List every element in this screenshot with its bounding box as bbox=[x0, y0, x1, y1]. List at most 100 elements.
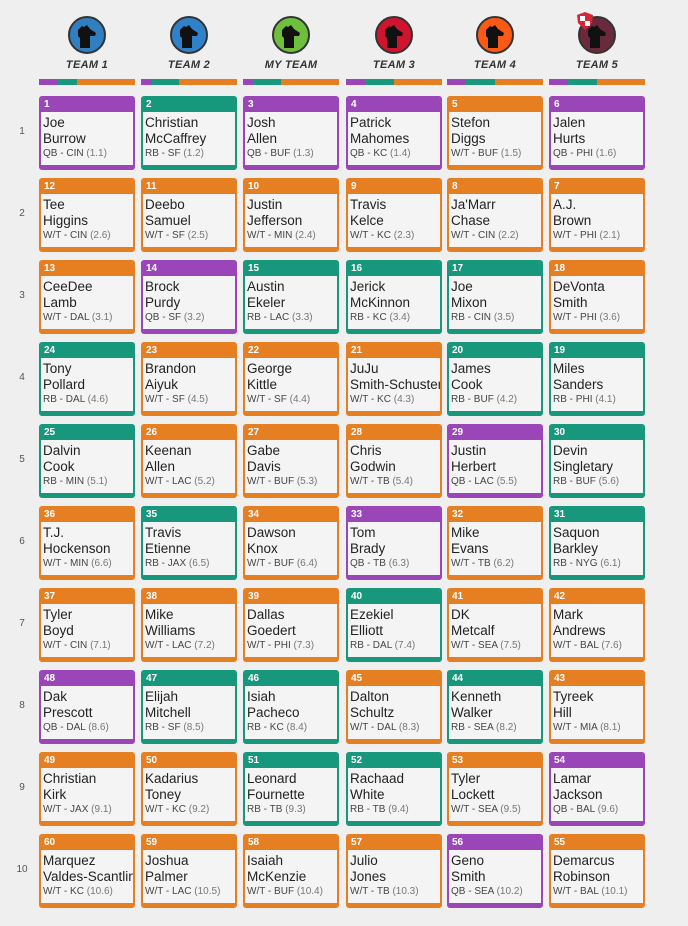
pick-card[interactable]: 53 Tyler Lockett W/T - SEA (9.5) bbox=[447, 752, 543, 826]
pick-card[interactable]: 1 Joe Burrow QB - CIN (1.1) bbox=[39, 96, 135, 170]
team-avatar[interactable] bbox=[68, 16, 106, 54]
pick-card[interactable]: 42 Mark Andrews W/T - BAL (7.6) bbox=[549, 588, 645, 662]
pick-slot: (8.3) bbox=[398, 722, 420, 733]
pick-card[interactable]: 31 Saquon Barkley RB - NYG (6.1) bbox=[549, 506, 645, 580]
pick-card[interactable]: 18 DeVonta Smith W/T - PHI (3.6) bbox=[549, 260, 645, 334]
pick-card[interactable]: 58 Isaiah McKenzie W/T - BUF (10.4) bbox=[243, 834, 339, 908]
pick-card[interactable]: 38 Mike Williams W/T - LAC (7.2) bbox=[141, 588, 237, 662]
pick-number: 56 bbox=[449, 836, 541, 850]
pick-card[interactable]: 2 Christian McCaffrey RB - SF (1.2) bbox=[141, 96, 237, 170]
pick-card[interactable]: 51 Leonard Fournette RB - TB (9.3) bbox=[243, 752, 339, 826]
player-position: W/T bbox=[145, 804, 164, 815]
pick-card[interactable]: 29 Justin Herbert QB - LAC (5.5) bbox=[447, 424, 543, 498]
pick-card[interactable]: 4 Patrick Mahomes QB - KC (1.4) bbox=[346, 96, 442, 170]
team-column-header[interactable]: TEAM 5 bbox=[549, 12, 645, 85]
pick-card[interactable]: 21 JuJu Smith-Schuster W/T - KC (4.3) bbox=[346, 342, 442, 416]
pick-card[interactable]: 39 Dallas Goedert W/T - PHI (7.3) bbox=[243, 588, 339, 662]
pick-card[interactable]: 55 Demarcus Robinson W/T - BAL (10.1) bbox=[549, 834, 645, 908]
team-name: TEAM 5 bbox=[575, 59, 619, 71]
pick-card[interactable]: 34 Dawson Knox W/T - BUF (6.4) bbox=[243, 506, 339, 580]
pick-card[interactable]: 52 Rachaad White RB - TB (9.4) bbox=[346, 752, 442, 826]
pick-card[interactable]: 7 A.J. Brown W/T - PHI (2.1) bbox=[549, 178, 645, 252]
player-team: BUF bbox=[274, 558, 295, 569]
team-column-header[interactable]: TEAM 2 bbox=[141, 16, 237, 85]
team-avatar[interactable] bbox=[272, 16, 310, 54]
pick-card[interactable]: 32 Mike Evans W/T - TB (6.2) bbox=[447, 506, 543, 580]
team-column-header[interactable]: TEAM 3 bbox=[346, 16, 442, 85]
player-last-name: Brown bbox=[553, 213, 592, 228]
pick-card[interactable]: 28 Chris Godwin W/T - TB (5.4) bbox=[346, 424, 442, 498]
pick-card[interactable]: 13 CeeDee Lamb W/T - DAL (3.1) bbox=[39, 260, 135, 334]
pick-card[interactable]: 11 Deebo Samuel W/T - SF (2.5) bbox=[141, 178, 237, 252]
pick-card[interactable]: 19 Miles Sanders RB - PHI (4.1) bbox=[549, 342, 645, 416]
player-team: CIN bbox=[473, 312, 492, 323]
pick-card[interactable]: 14 Brock Purdy QB - SF (3.2) bbox=[141, 260, 237, 334]
pick-card[interactable]: 56 Geno Smith QB - SEA (10.2) bbox=[447, 834, 543, 908]
player-last-name: Purdy bbox=[145, 295, 181, 310]
pick-card[interactable]: 40 Ezekiel Elliott RB - DAL (7.4) bbox=[346, 588, 442, 662]
team-avatar[interactable] bbox=[170, 16, 208, 54]
player-first-name: Tony bbox=[43, 361, 72, 376]
pick-card[interactable]: 9 Travis Kelce W/T - KC (2.3) bbox=[346, 178, 442, 252]
pick-card[interactable]: 8 Ja'Marr Chase W/T - CIN (2.2) bbox=[447, 178, 543, 252]
player-team: KC bbox=[172, 804, 186, 815]
pick-slot: (10.1) bbox=[601, 886, 628, 897]
pick-card[interactable]: 30 Devin Singletary RB - BUF (5.6) bbox=[549, 424, 645, 498]
pick-card[interactable]: 10 Justin Jefferson W/T - MIN (2.4) bbox=[243, 178, 339, 252]
pick-slot: (10.4) bbox=[296, 886, 323, 897]
player-last-name: Smith bbox=[553, 295, 588, 310]
team-avatar[interactable] bbox=[375, 16, 413, 54]
player-first-name: Joshua bbox=[145, 853, 189, 868]
pick-card[interactable]: 47 Elijah Mitchell RB - SF (8.5) bbox=[141, 670, 237, 744]
player-meta: RB - TB (9.4) bbox=[350, 804, 409, 815]
pick-card[interactable]: 35 Travis Etienne RB - JAX (6.5) bbox=[141, 506, 237, 580]
pick-card[interactable]: 6 Jalen Hurts QB - PHI (1.6) bbox=[549, 96, 645, 170]
player-last-name: Brady bbox=[350, 541, 386, 556]
player-position: W/T bbox=[247, 886, 266, 897]
pick-card[interactable]: 33 Tom Brady QB - TB (6.3) bbox=[346, 506, 442, 580]
pick-card[interactable]: 36 T.J. Hockenson W/T - MIN (6.6) bbox=[39, 506, 135, 580]
pick-card[interactable]: 26 Keenan Allen W/T - LAC (5.2) bbox=[141, 424, 237, 498]
pick-card[interactable]: 37 Tyler Boyd W/T - CIN (7.1) bbox=[39, 588, 135, 662]
pick-slot: (7.1) bbox=[90, 640, 111, 651]
pick-card[interactable]: 27 Gabe Davis W/T - BUF (5.3) bbox=[243, 424, 339, 498]
pick-card[interactable]: 54 Lamar Jackson QB - BAL (9.6) bbox=[549, 752, 645, 826]
player-first-name: Lamar bbox=[553, 771, 592, 786]
player-last-name: Evans bbox=[451, 541, 489, 556]
pick-card[interactable]: 44 Kenneth Walker RB - SEA (8.2) bbox=[447, 670, 543, 744]
pick-card[interactable]: 5 Stefon Diggs W/T - BUF (1.5) bbox=[447, 96, 543, 170]
pick-number: 50 bbox=[143, 754, 235, 768]
pick-card[interactable]: 3 Josh Allen QB - BUF (1.3) bbox=[243, 96, 339, 170]
pick-card[interactable]: 23 Brandon Aiyuk W/T - SF (4.5) bbox=[141, 342, 237, 416]
pick-number: 27 bbox=[245, 426, 337, 440]
pick-card[interactable]: 16 Jerick McKinnon RB - KC (3.4) bbox=[346, 260, 442, 334]
player-meta: W/T - SEA (9.5) bbox=[451, 804, 521, 815]
pick-card[interactable]: 45 Dalton Schultz W/T - DAL (8.3) bbox=[346, 670, 442, 744]
pick-card[interactable]: 50 Kadarius Toney W/T - KC (9.2) bbox=[141, 752, 237, 826]
team-column-header[interactable]: TEAM 1 bbox=[39, 16, 135, 85]
player-team: MIN bbox=[70, 558, 89, 569]
player-first-name: Tee bbox=[43, 197, 65, 212]
pick-card[interactable]: 43 Tyreek Hill W/T - MIA (8.1) bbox=[549, 670, 645, 744]
player-team: BUF bbox=[274, 886, 295, 897]
pick-card[interactable]: 24 Tony Pollard RB - DAL (4.6) bbox=[39, 342, 135, 416]
team-column-header[interactable]: MY TEAM bbox=[243, 16, 339, 85]
pick-card[interactable]: 60 Marquez Valdes-Scantling W/T - KC (10.… bbox=[39, 834, 135, 908]
pick-card[interactable]: 49 Christian Kirk W/T - JAX (9.1) bbox=[39, 752, 135, 826]
pick-card[interactable]: 20 James Cook RB - BUF (4.2) bbox=[447, 342, 543, 416]
pick-card[interactable]: 15 Austin Ekeler RB - LAC (3.3) bbox=[243, 260, 339, 334]
pick-card[interactable]: 48 Dak Prescott QB - DAL (8.6) bbox=[39, 670, 135, 744]
pick-card[interactable]: 57 Julio Jones W/T - TB (10.3) bbox=[346, 834, 442, 908]
pick-card[interactable]: 59 Joshua Palmer W/T - LAC (10.5) bbox=[141, 834, 237, 908]
player-meta: QB - LAC (5.5) bbox=[451, 476, 518, 487]
pick-card[interactable]: 41 DK Metcalf W/T - SEA (7.5) bbox=[447, 588, 543, 662]
pick-card[interactable]: 12 Tee Higgins W/T - CIN (2.6) bbox=[39, 178, 135, 252]
pick-card[interactable]: 46 Isiah Pacheco RB - KC (8.4) bbox=[243, 670, 339, 744]
pick-card[interactable]: 17 Joe Mixon RB - CIN (3.5) bbox=[447, 260, 543, 334]
player-position: QB bbox=[553, 804, 568, 815]
team-column-header[interactable]: TEAM 4 bbox=[447, 16, 543, 85]
bar-segment-wt bbox=[77, 79, 135, 85]
pick-card[interactable]: 22 George Kittle W/T - SF (4.4) bbox=[243, 342, 339, 416]
team-avatar[interactable] bbox=[476, 16, 514, 54]
pick-card[interactable]: 25 Dalvin Cook RB - MIN (5.1) bbox=[39, 424, 135, 498]
